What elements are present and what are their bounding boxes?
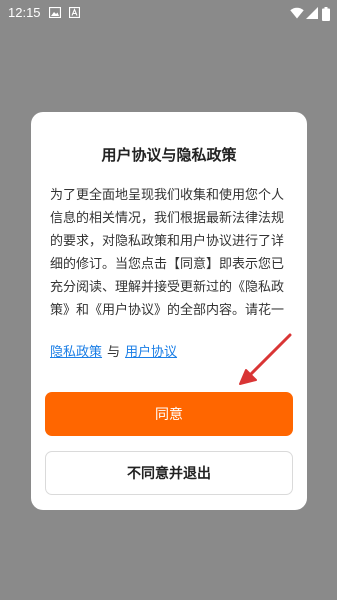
red-arrow-annotation [239,333,292,385]
